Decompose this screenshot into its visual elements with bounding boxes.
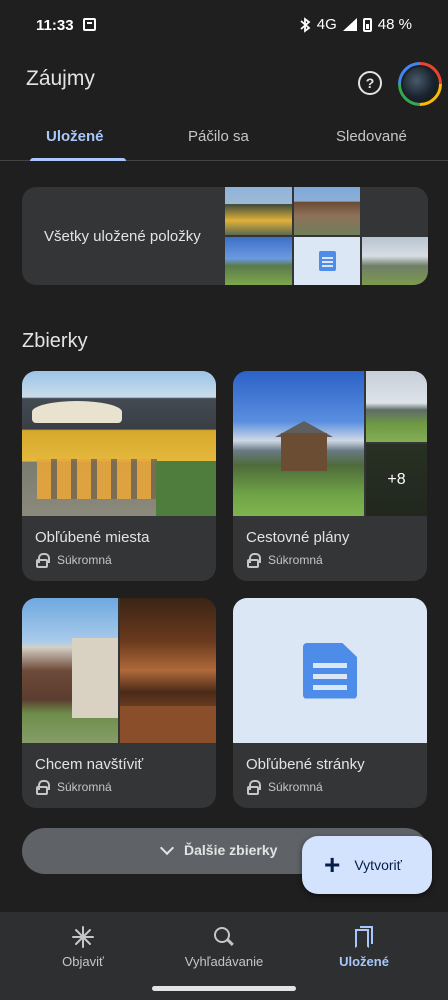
asterisk-icon bbox=[71, 924, 95, 950]
saved-thumbnail bbox=[294, 187, 360, 235]
tab-followed[interactable]: Sledované bbox=[336, 128, 407, 145]
help-icon[interactable]: ? bbox=[358, 71, 382, 95]
collection-card-favorite-pages[interactable]: Obľúbené stránky Súkromná bbox=[233, 598, 427, 808]
privacy-label: Súkromná bbox=[57, 553, 112, 567]
image-detail bbox=[281, 433, 327, 471]
saved-thumbnail bbox=[362, 237, 428, 285]
saved-thumbnail-page bbox=[294, 237, 360, 285]
notification-app-icon bbox=[83, 18, 96, 31]
collection-image-grid bbox=[22, 598, 216, 743]
nav-discover[interactable]: Objaviť bbox=[23, 924, 143, 969]
collection-image bbox=[22, 371, 216, 516]
saved-thumbnail bbox=[225, 237, 292, 285]
plus-icon: + bbox=[324, 849, 341, 880]
status-bar: 11:33 4G 48 % bbox=[0, 0, 448, 50]
collection-card-favorite-places[interactable]: Obľúbené miesta Súkromná bbox=[22, 371, 216, 581]
nav-saved[interactable]: Uložené bbox=[304, 924, 424, 969]
nav-label: Objaviť bbox=[62, 954, 104, 969]
collection-image-grid: +8 bbox=[233, 371, 427, 516]
status-time: 11:33 bbox=[36, 17, 74, 34]
bookmarks-icon-wrap bbox=[355, 924, 373, 950]
all-saved-items-card[interactable]: Všetky uložené položky bbox=[22, 187, 428, 285]
nav-label: Vyhľadávanie bbox=[184, 954, 264, 969]
account-avatar[interactable] bbox=[398, 62, 442, 106]
saved-thumbnail bbox=[225, 187, 292, 235]
tab-indicator bbox=[30, 158, 126, 161]
collection-image bbox=[366, 371, 427, 442]
collection-card-want-to-visit[interactable]: Chcem navštíviť Súkromná bbox=[22, 598, 216, 808]
image-detail bbox=[120, 706, 216, 743]
collection-image bbox=[22, 598, 118, 743]
more-collections-content: Ďalšie zbierky bbox=[159, 840, 278, 858]
nav-search[interactable]: Vyhľadávanie bbox=[164, 924, 284, 969]
lock-icon bbox=[247, 780, 261, 795]
privacy-label: Súkromná bbox=[268, 780, 323, 794]
collections-heading: Zbierky bbox=[22, 330, 88, 352]
collection-name: Obľúbené stránky bbox=[246, 756, 365, 773]
search-icon bbox=[214, 927, 234, 947]
image-detail bbox=[72, 638, 118, 718]
bookmarks-icon bbox=[355, 926, 373, 948]
privacy-status: Súkromná bbox=[247, 780, 323, 795]
collection-image bbox=[120, 598, 216, 743]
nav-label: Uložené bbox=[339, 954, 389, 969]
search-icon-wrap bbox=[214, 924, 234, 950]
collection-name: Cestovné plány bbox=[246, 529, 350, 546]
document-icon bbox=[318, 251, 336, 271]
create-label: Vytvoriť bbox=[354, 857, 402, 873]
privacy-status: Súkromná bbox=[36, 553, 112, 568]
lock-icon bbox=[247, 553, 261, 568]
saved-thumbnail-empty bbox=[362, 187, 428, 235]
chevron-down-icon bbox=[159, 840, 175, 855]
more-collections-label: Ďalšie zbierky bbox=[184, 842, 278, 858]
status-icons: 4G 48 % bbox=[299, 16, 412, 33]
collection-name: Chcem navštíviť bbox=[35, 756, 144, 773]
lock-icon bbox=[36, 780, 50, 795]
image-detail bbox=[156, 461, 216, 516]
privacy-status: Súkromná bbox=[247, 553, 323, 568]
lock-icon bbox=[36, 553, 50, 568]
image-detail bbox=[32, 401, 122, 423]
page-title: Záujmy bbox=[26, 67, 95, 90]
battery-level: 48 % bbox=[377, 16, 412, 33]
privacy-label: Súkromná bbox=[268, 553, 323, 567]
more-count: +8 bbox=[366, 444, 427, 516]
collection-name: Obľúbené miesta bbox=[35, 529, 150, 546]
all-saved-label: Všetky uložené položky bbox=[44, 228, 201, 245]
network-type: 4G bbox=[316, 16, 337, 33]
collection-image bbox=[233, 598, 427, 743]
avatar-image bbox=[401, 65, 439, 103]
battery-icon bbox=[362, 17, 372, 32]
gesture-home-bar[interactable] bbox=[152, 986, 296, 991]
collection-image: +8 bbox=[366, 444, 427, 516]
tab-saved[interactable]: Uložené bbox=[46, 128, 104, 145]
image-detail bbox=[37, 459, 157, 499]
signal-icon bbox=[342, 18, 357, 31]
collection-image bbox=[233, 371, 364, 516]
tab-liked[interactable]: Páčilo sa bbox=[188, 128, 249, 145]
privacy-label: Súkromná bbox=[57, 780, 112, 794]
create-button[interactable]: + Vytvoriť bbox=[302, 836, 432, 894]
tab-bar: Uložené Páčilo sa Sledované bbox=[0, 112, 448, 161]
bluetooth-icon bbox=[300, 16, 311, 33]
collection-card-travel-plans[interactable]: +8 Cestovné plány Súkromná bbox=[233, 371, 427, 581]
privacy-status: Súkromná bbox=[36, 780, 112, 795]
document-icon bbox=[303, 642, 357, 699]
